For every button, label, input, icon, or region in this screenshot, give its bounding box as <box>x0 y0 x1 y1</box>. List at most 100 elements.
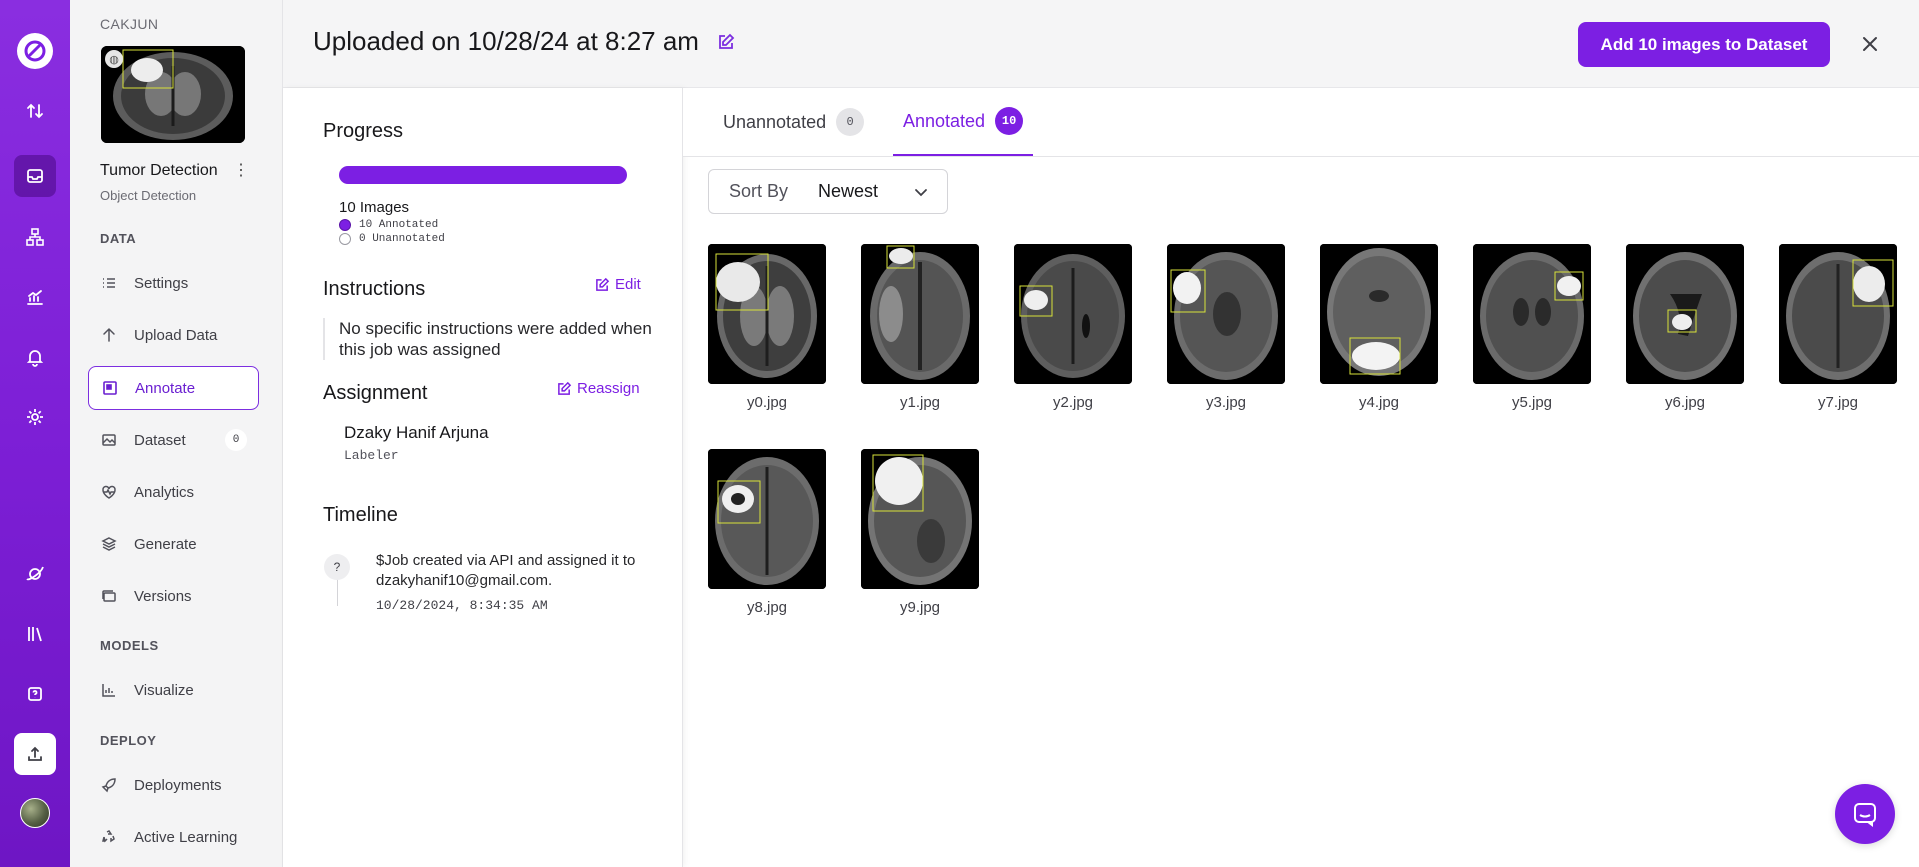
image-card[interactable]: y7.jpg <box>1779 244 1897 411</box>
image-card[interactable]: y9.jpg <box>861 449 979 616</box>
help-icon[interactable] <box>14 673 56 715</box>
assignee-name: Dzaky Hanif Arjuna <box>344 423 489 442</box>
rocket-icon <box>100 776 118 794</box>
edit-instructions-link[interactable]: Edit <box>595 276 641 293</box>
list-icon <box>100 274 118 292</box>
add-images-to-dataset-button[interactable]: Add 10 images to Dataset <box>1578 22 1830 67</box>
image-thumbnail[interactable] <box>708 449 826 589</box>
heart-pulse-icon <box>100 483 118 501</box>
sidebar-item-versions[interactable]: Versions <box>88 574 259 618</box>
sort-label: Sort By <box>729 181 789 201</box>
sidebar-item-label: Dataset <box>134 431 186 449</box>
sidebar-item-label: Versions <box>134 587 192 605</box>
bell-icon[interactable] <box>14 336 56 378</box>
image-icon <box>100 431 118 449</box>
image-thumbnail[interactable] <box>861 244 979 384</box>
image-thumbnail[interactable] <box>861 449 979 589</box>
sidebar-item-analytics[interactable]: Analytics <box>88 470 259 514</box>
instructions-heading: Instructions <box>323 278 426 300</box>
sidebar-item-active-learning[interactable]: Active Learning <box>88 815 259 859</box>
sidebar-item-settings[interactable]: Settings <box>88 261 259 305</box>
assignment-heading: Assignment <box>323 382 428 404</box>
close-icon[interactable] <box>1858 32 1882 56</box>
image-thumbnail[interactable] <box>1473 244 1591 384</box>
sidebar-item-dataset[interactable]: Dataset 0 <box>88 418 259 462</box>
edit-title-icon[interactable] <box>716 32 736 52</box>
image-card[interactable]: y2.jpg <box>1014 244 1132 411</box>
sidebar-item-upload-data[interactable]: Upload Data <box>88 313 259 357</box>
sidebar-item-annotate[interactable]: Annotate <box>88 366 259 410</box>
chat-support-icon[interactable] <box>1835 784 1895 844</box>
edit-icon <box>558 381 572 395</box>
app-root: CAKJUN ◍ Tumor Detection ⋮ Object Detect… <box>0 0 1919 867</box>
assignee-role: Labeler <box>344 448 399 463</box>
unannotated-legend-label: 0 Unannotated <box>359 233 445 245</box>
project-sidebar: CAKJUN ◍ Tumor Detection ⋮ Object Detect… <box>70 0 283 867</box>
image-card[interactable]: y4.jpg <box>1320 244 1438 411</box>
image-card[interactable]: y6.jpg <box>1626 244 1744 411</box>
section-heading-deploy: DEPLOY <box>100 733 157 748</box>
sidebar-item-deployments[interactable]: Deployments <box>88 763 259 807</box>
timeline-event-time: 10/28/2024, 8:34:35 AM <box>376 598 548 613</box>
image-thumbnail[interactable] <box>1626 244 1744 384</box>
image-card[interactable]: y3.jpg <box>1167 244 1285 411</box>
arrow-up-icon <box>100 326 118 344</box>
gear-icon[interactable] <box>14 396 56 438</box>
sidebar-item-label: Annotate <box>135 379 196 397</box>
logo-icon[interactable] <box>17 33 53 69</box>
image-filename: y6.jpg <box>1664 394 1706 411</box>
reassign-label: Reassign <box>577 380 640 397</box>
image-filename: y2.jpg <box>1052 394 1094 411</box>
image-filename: y7.jpg <box>1817 394 1859 411</box>
page-title: Uploaded on 10/28/24 at 8:27 am <box>313 26 699 56</box>
chart-icon <box>100 681 118 699</box>
image-thumbnail[interactable] <box>1167 244 1285 384</box>
planet-icon[interactable] <box>14 553 56 595</box>
trend-chart-icon[interactable] <box>14 276 56 318</box>
timeline-event-text: $Job created via API and assigned it to … <box>376 552 636 589</box>
project-thumbnail[interactable]: ◍ <box>101 46 245 143</box>
edit-icon <box>596 277 610 291</box>
image-thumbnail[interactable] <box>708 244 826 384</box>
image-filename: y5.jpg <box>1511 394 1553 411</box>
more-vertical-icon[interactable]: ⋮ <box>233 160 249 180</box>
image-thumbnail[interactable] <box>1014 244 1132 384</box>
upload-icon[interactable] <box>14 733 56 775</box>
unannotated-dot-icon <box>339 233 351 245</box>
image-card[interactable]: y1.jpg <box>861 244 979 411</box>
network-icon[interactable] <box>14 216 56 258</box>
image-card[interactable]: y0.jpg <box>708 244 826 411</box>
sort-select[interactable]: Sort By Newest <box>708 169 948 214</box>
tab-unannotated[interactable]: Unannotated 0 <box>723 88 865 156</box>
tab-annotated[interactable]: Annotated 10 <box>893 88 1034 156</box>
question-icon: ? <box>324 554 350 580</box>
transfer-icon[interactable] <box>14 90 56 132</box>
image-card[interactable]: y8.jpg <box>708 449 826 616</box>
inbox-icon[interactable] <box>14 155 56 197</box>
sidebar-item-label: Generate <box>134 535 197 553</box>
sidebar-item-label: Visualize <box>134 681 194 699</box>
library-icon[interactable] <box>14 613 56 655</box>
sidebar-item-visualize[interactable]: Visualize <box>88 668 259 712</box>
legend-annotated: 10 Annotated <box>339 219 438 231</box>
section-heading-models: MODELS <box>100 638 159 653</box>
instructions-text: No specific instructions were added when… <box>323 318 653 360</box>
versions-icon <box>100 587 118 605</box>
avatar[interactable] <box>20 798 50 828</box>
images-count: 10 Images <box>339 199 410 216</box>
tab-label: Annotated <box>903 110 986 131</box>
image-thumbnail[interactable] <box>1779 244 1897 384</box>
image-grid: y0.jpg y1.jpg y2.jpg y3.jpg y4.jpg y5.jp… <box>708 244 1908 624</box>
annotate-icon <box>101 379 119 397</box>
reassign-link[interactable]: Reassign <box>557 380 640 397</box>
workspace-name[interactable]: CAKJUN <box>100 16 158 32</box>
sidebar-item-generate[interactable]: Generate <box>88 522 259 566</box>
job-info-panel: Progress 10 Images 10 Annotated 0 Unanno… <box>283 88 683 867</box>
tab-count-badge: 10 <box>995 107 1024 135</box>
chevron-down-icon <box>915 189 927 197</box>
section-heading-data: DATA <box>100 231 137 246</box>
image-card[interactable]: y5.jpg <box>1473 244 1591 411</box>
image-thumbnail[interactable] <box>1320 244 1438 384</box>
project-title: Tumor Detection <box>100 162 218 179</box>
sidebar-item-label: Active Learning <box>134 828 238 846</box>
